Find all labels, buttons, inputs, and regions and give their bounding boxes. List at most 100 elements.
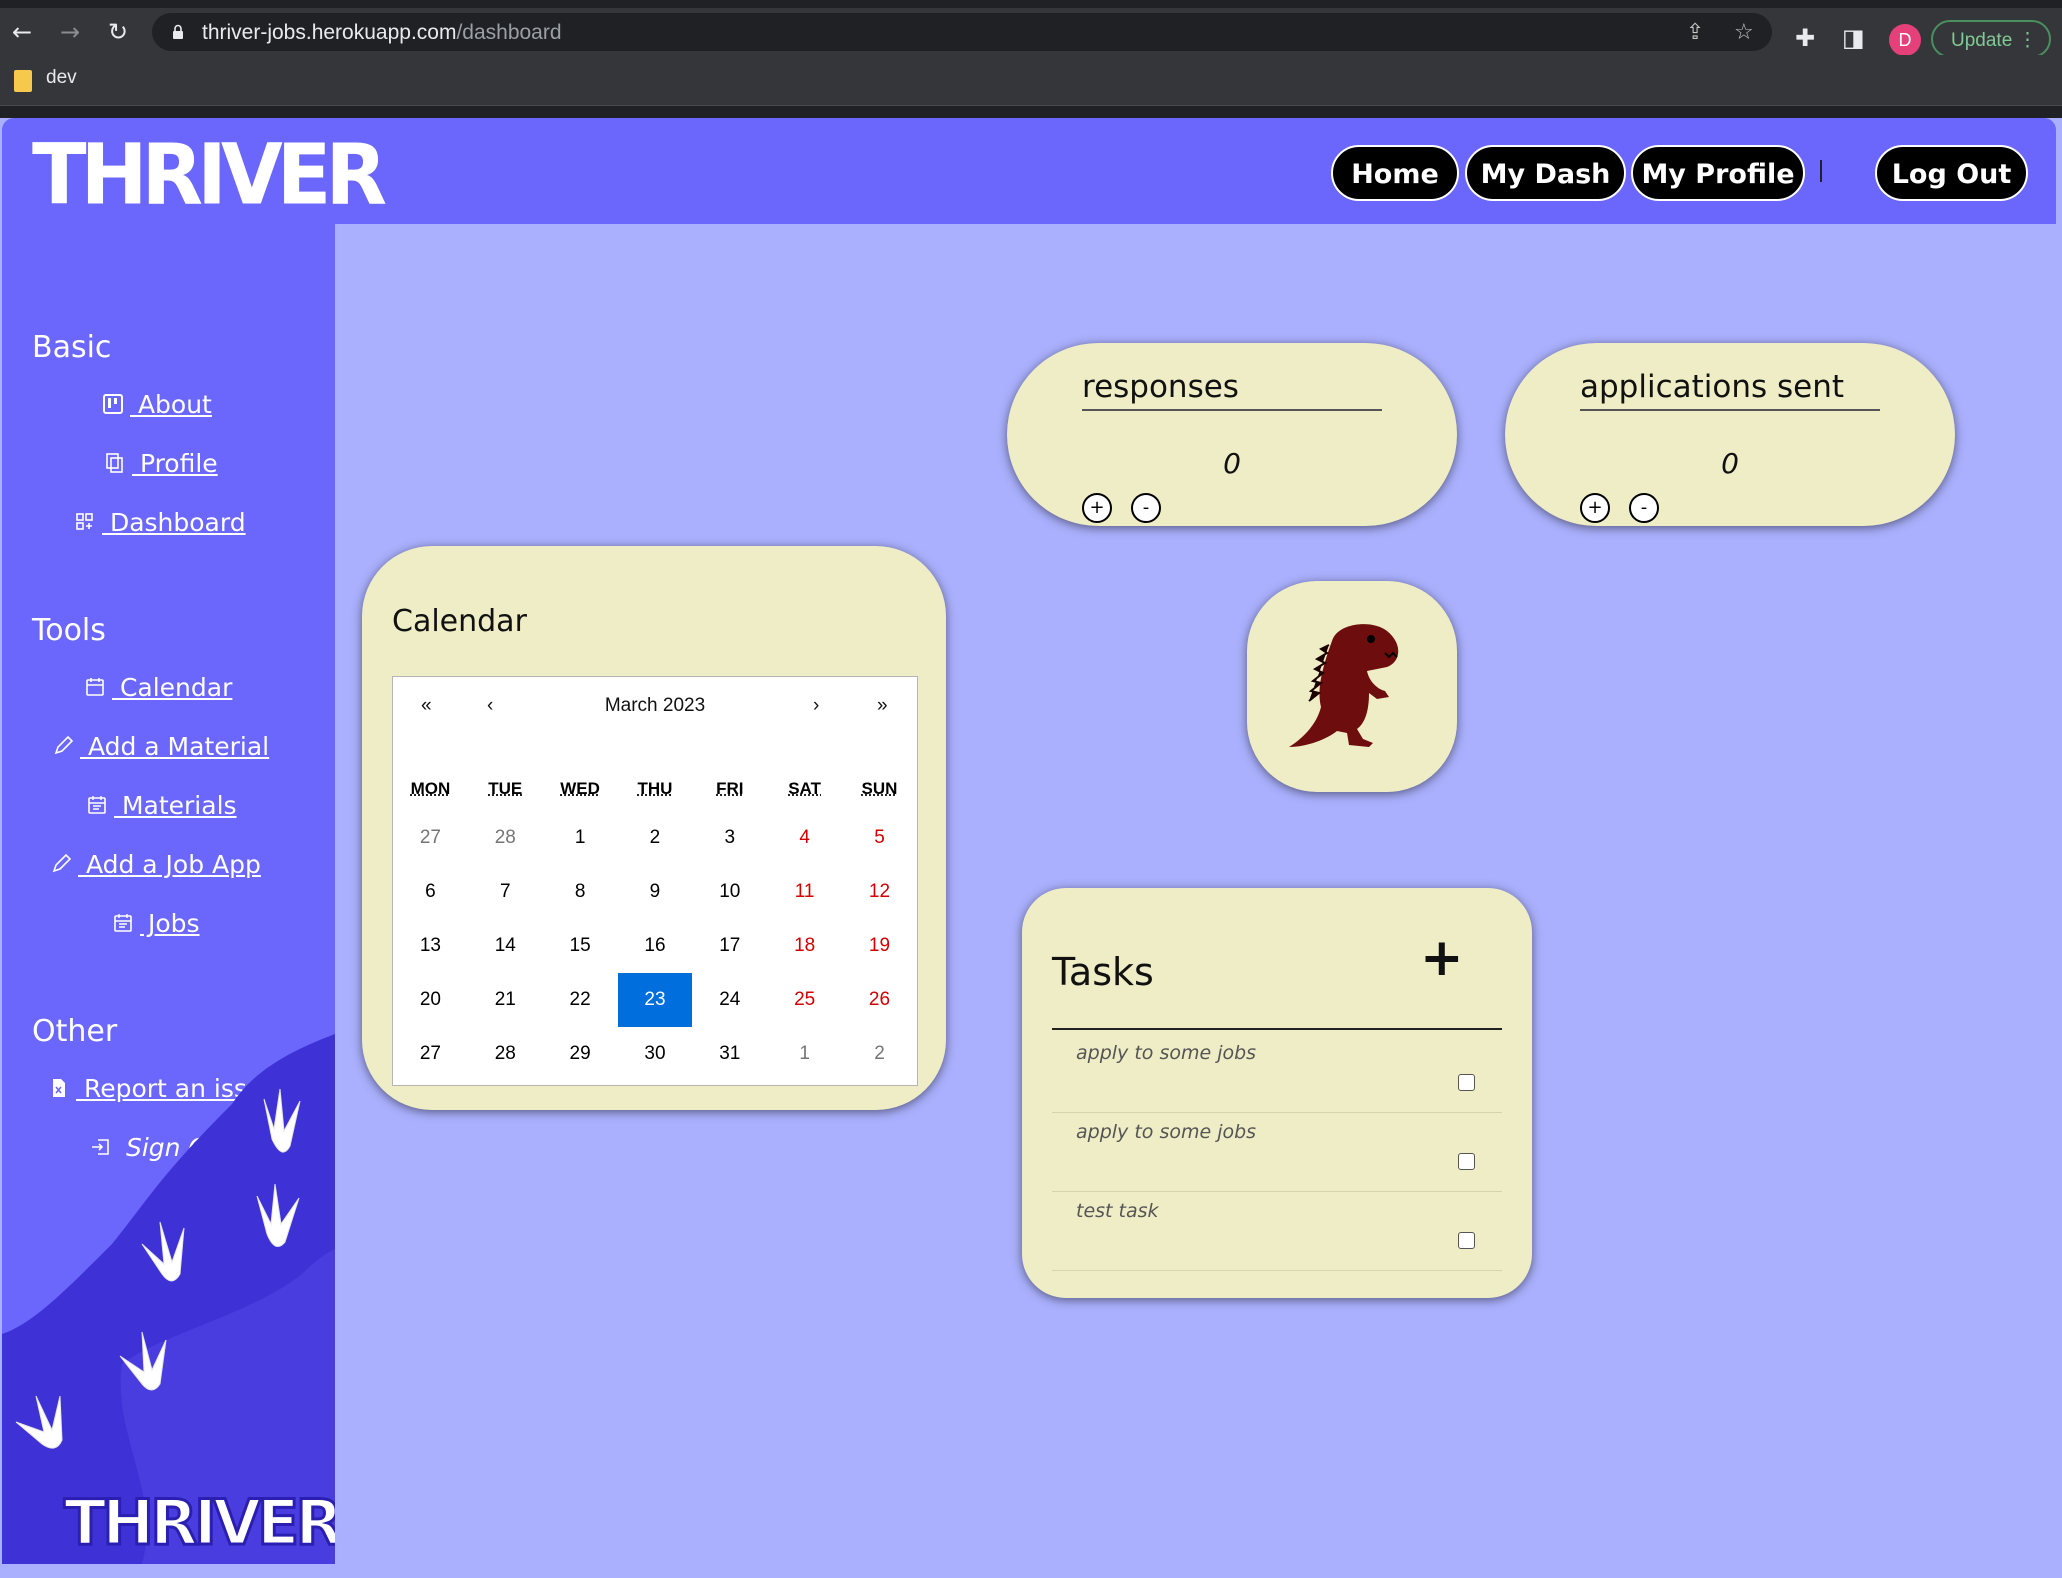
sidebar-item-add-job-app[interactable]: Add a Job App bbox=[50, 850, 261, 879]
calendar-day[interactable]: 6 bbox=[393, 865, 468, 919]
calendar-grid: MON TUE WED THU FRI SAT SUN 27 28 1 2 3 4 5 6 7 8 9 10 11 12… bbox=[393, 767, 917, 1081]
calendar-day[interactable]: 7 bbox=[468, 865, 543, 919]
calendar-day[interactable]: 28 bbox=[468, 1027, 543, 1081]
calendar-day-outside-month[interactable]: 28 bbox=[468, 811, 543, 865]
calendar-day[interactable]: 8 bbox=[543, 865, 618, 919]
browser-toolbar: ← → ↻ thriver-jobs.herokuapp.com/dashboa… bbox=[0, 8, 2062, 58]
calendar-day-outside-month[interactable]: 2 bbox=[842, 1027, 917, 1081]
weekday-label: MON bbox=[410, 779, 451, 798]
log-out-button[interactable]: Log Out bbox=[1875, 145, 2028, 201]
applications-card: applications sent 0 + - bbox=[1505, 343, 1955, 526]
dino-card bbox=[1247, 581, 1457, 792]
calendar-week-row: 13 14 15 16 17 18 19 bbox=[393, 919, 917, 973]
responses-increment-button[interactable]: + bbox=[1082, 493, 1112, 523]
profile-avatar[interactable]: D bbox=[1889, 24, 1921, 56]
nav-my-dash-button[interactable]: My Dash bbox=[1465, 145, 1626, 201]
forward-arrow-icon[interactable]: → bbox=[58, 20, 82, 44]
calendar-day[interactable]: 18 bbox=[767, 919, 842, 973]
calendar-day-outside-month[interactable]: 1 bbox=[767, 1027, 842, 1081]
calendar-day[interactable]: 17 bbox=[692, 919, 767, 973]
sidebar-item-jobs[interactable]: Jobs bbox=[112, 909, 200, 938]
weekday-label: TUE bbox=[488, 779, 523, 798]
calendar-day[interactable]: 23 bbox=[617, 973, 693, 1027]
sidebar-item-materials[interactable]: Materials bbox=[86, 791, 237, 820]
calendar-week-row: 20 21 22 23 24 25 26 bbox=[393, 973, 917, 1027]
calendar-day[interactable]: 14 bbox=[468, 919, 543, 973]
calendar-day[interactable]: 11 bbox=[767, 865, 842, 919]
task-checkbox[interactable] bbox=[1458, 1232, 1475, 1249]
pencil-icon bbox=[54, 735, 74, 755]
calendar-day[interactable]: 4 bbox=[767, 811, 842, 865]
responses-title: responses bbox=[1082, 369, 1382, 411]
responses-value: 0 bbox=[1223, 447, 1241, 480]
calendar-day[interactable]: 15 bbox=[543, 919, 618, 973]
calendar-doc-icon bbox=[114, 914, 132, 932]
calendar-day[interactable]: 16 bbox=[618, 919, 693, 973]
calendar-day[interactable]: 21 bbox=[468, 973, 543, 1027]
sidebar-item-label: Add a Job App bbox=[78, 850, 261, 879]
responses-decrement-button[interactable]: - bbox=[1131, 493, 1161, 523]
sidebar-item-add-material[interactable]: Add a Material bbox=[52, 732, 269, 761]
sidebar-item-profile[interactable]: Profile bbox=[104, 449, 218, 478]
applications-increment-button[interactable]: + bbox=[1580, 493, 1610, 523]
reload-icon[interactable]: ↻ bbox=[106, 20, 130, 44]
update-button[interactable]: Update ⋮ bbox=[1931, 20, 2051, 58]
calendar-day[interactable]: 26 bbox=[842, 973, 917, 1027]
task-checkbox[interactable] bbox=[1458, 1074, 1475, 1091]
calendar-day[interactable]: 12 bbox=[842, 865, 917, 919]
url-text: thriver-jobs.herokuapp.com/dashboard bbox=[202, 21, 562, 45]
next-month-button[interactable]: › bbox=[813, 695, 819, 717]
sidebar-item-dashboard[interactable]: Dashboard bbox=[74, 508, 246, 537]
task-item: apply to some jobs bbox=[1052, 1034, 1502, 1113]
sidebar-item-about[interactable]: About bbox=[102, 390, 212, 419]
address-bar[interactable]: thriver-jobs.herokuapp.com/dashboard ⇪ ☆ bbox=[152, 13, 1772, 51]
calendar-day[interactable]: 25 bbox=[767, 973, 842, 1027]
calendar-day[interactable]: 22 bbox=[543, 973, 618, 1027]
nav-home-button[interactable]: Home bbox=[1331, 145, 1459, 201]
add-task-button[interactable]: + bbox=[1420, 928, 1464, 988]
calendar-day[interactable]: 31 bbox=[692, 1027, 767, 1081]
calendar-day[interactable]: 2 bbox=[618, 811, 693, 865]
calendar-day[interactable]: 20 bbox=[393, 973, 468, 1027]
calendar-week-row: 27 28 1 2 3 4 5 bbox=[393, 811, 917, 865]
grid-icon bbox=[76, 513, 93, 530]
calendar-day[interactable]: 3 bbox=[692, 811, 767, 865]
calendar-day[interactable]: 19 bbox=[842, 919, 917, 973]
update-label: Update bbox=[1951, 30, 2013, 51]
applications-decrement-button[interactable]: - bbox=[1629, 493, 1659, 523]
sidebar-item-calendar[interactable]: Calendar bbox=[84, 673, 232, 702]
calendar-card: Calendar « ‹ March 2023 › » MON TUE WED THU… bbox=[362, 546, 946, 1110]
calendar-title: Calendar bbox=[392, 604, 527, 639]
calendar-day[interactable]: 9 bbox=[618, 865, 693, 919]
calendar-day-outside-month[interactable]: 27 bbox=[393, 811, 468, 865]
weekday-label: WED bbox=[560, 779, 600, 798]
calendar-day[interactable]: 5 bbox=[842, 811, 917, 865]
calendar-week-row: 6 7 8 9 10 11 12 bbox=[393, 865, 917, 919]
task-checkbox[interactable] bbox=[1458, 1153, 1475, 1170]
calendar-widget: « ‹ March 2023 › » MON TUE WED THU FRI SAT SUN… bbox=[392, 676, 918, 1086]
calendar-day[interactable]: 1 bbox=[543, 811, 618, 865]
bookmark-star-icon[interactable]: ☆ bbox=[1734, 20, 1754, 45]
calendar-day[interactable]: 13 bbox=[393, 919, 468, 973]
share-icon[interactable]: ⇪ bbox=[1686, 20, 1704, 45]
tasks-card: Tasks + apply to some jobs apply to some … bbox=[1022, 888, 1532, 1298]
sidebar: Basic About Profile Dashboard Tools Cale… bbox=[2, 224, 335, 1564]
thriver-logo[interactable]: THRIVER bbox=[32, 126, 387, 224]
calendar-day[interactable]: 29 bbox=[543, 1027, 618, 1081]
lock-icon bbox=[173, 24, 183, 39]
calendar-day[interactable]: 27 bbox=[393, 1027, 468, 1081]
calendar-month-label[interactable]: March 2023 bbox=[393, 695, 917, 717]
task-item: test task bbox=[1052, 1192, 1502, 1271]
next-year-button[interactable]: » bbox=[877, 695, 888, 717]
nav-my-profile-button[interactable]: My Profile bbox=[1631, 145, 1805, 201]
calendar-day[interactable]: 10 bbox=[692, 865, 767, 919]
back-arrow-icon[interactable]: ← bbox=[10, 20, 34, 44]
weekday-label: SUN bbox=[861, 779, 898, 798]
bookmark-dev[interactable]: dev bbox=[46, 67, 77, 89]
extensions-puzzle-icon[interactable]: ✚ bbox=[1795, 24, 1815, 52]
side-panel-icon[interactable]: ◨ bbox=[1842, 24, 1865, 52]
kanban-icon bbox=[103, 394, 123, 414]
calendar-day[interactable]: 30 bbox=[618, 1027, 693, 1081]
calendar-day[interactable]: 24 bbox=[692, 973, 767, 1027]
weekday-label: THU bbox=[637, 779, 673, 798]
